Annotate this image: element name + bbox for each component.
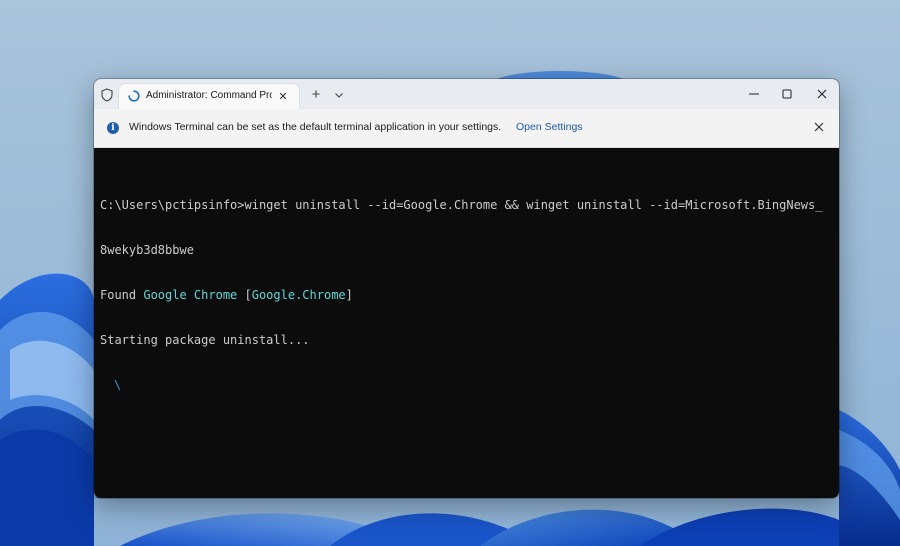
minimize-icon [749,93,759,95]
command-line: C:\Users\pctipsinfo>winget uninstall --i… [100,198,823,212]
maximize-icon [782,89,792,99]
chevron-down-icon[interactable] [332,88,346,102]
close-window-button[interactable] [807,83,837,105]
bracket-close: ] [345,288,353,302]
command-line-wrap: 8wekyb3d8bbwe [100,243,194,257]
package-name: Google Chrome [143,288,238,302]
bracket-open: [ [237,288,252,302]
maximize-button[interactable] [772,83,802,105]
status-line: Starting package uninstall... [100,333,310,347]
shield-icon [101,88,113,102]
progress-spinner-char: \ [114,378,122,392]
progress-spinner-line: \ [100,378,835,393]
open-settings-link[interactable]: Open Settings [516,121,583,133]
infobar-message: Windows Terminal can be set as the defau… [129,121,502,133]
title-bar: Administrator: Command Prompt ✕ + [94,79,839,109]
tab-title: Administrator: Command Prompt [146,90,272,101]
terminal-output[interactable]: C:\Users\pctipsinfo>winget uninstall --i… [100,168,835,423]
close-icon [817,89,827,99]
tab-command-prompt[interactable]: Administrator: Command Prompt ✕ [119,84,299,109]
minimize-button[interactable] [739,83,769,105]
close-icon[interactable] [812,120,826,134]
loading-spinner-icon [128,90,140,102]
default-terminal-infobar: i Windows Terminal can be set as the def… [94,109,839,148]
info-icon: i [107,122,119,134]
terminal-window: Administrator: Command Prompt ✕ + i Wind… [94,79,839,498]
package-id: Google.Chrome [251,288,346,302]
new-tab-button[interactable]: + [308,87,324,103]
found-label: Found [100,288,144,302]
close-tab-icon[interactable]: ✕ [276,90,290,104]
found-package-line: Found Google Chrome [Google.Chrome] [100,288,835,303]
